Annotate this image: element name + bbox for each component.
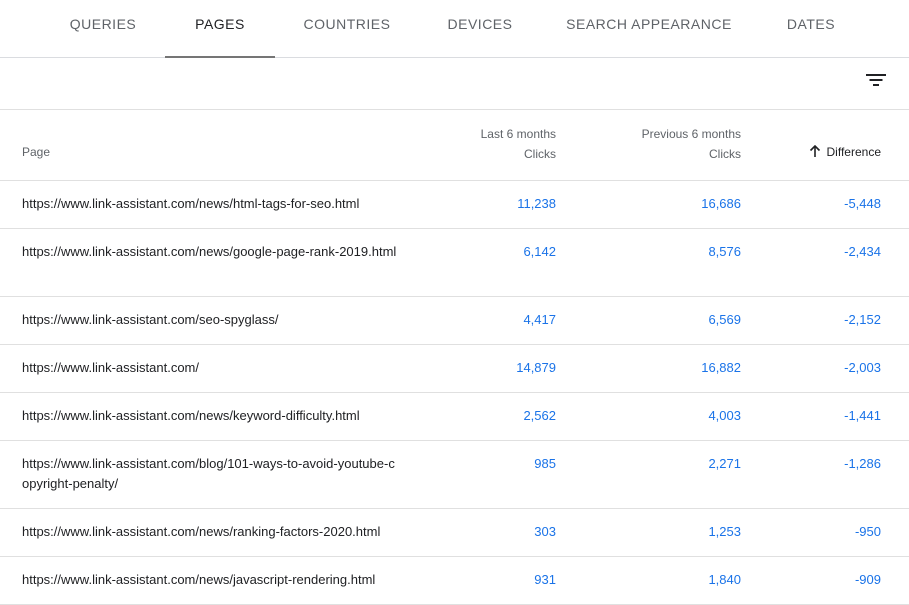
table-body: https://www.link-assistant.com/news/html…	[0, 181, 909, 605]
previous-6-months-clicks: 2,271	[708, 456, 741, 471]
filter-button[interactable]	[862, 66, 890, 94]
tab-label: DATES	[786, 16, 836, 32]
previous-6-months-clicks: 6,569	[708, 312, 741, 327]
previous-6-months-clicks: 16,882	[701, 360, 741, 375]
column-header-period: Previous 6 months	[641, 127, 741, 141]
previous-6-months-clicks: 4,003	[708, 408, 741, 423]
clicks-difference: -909	[854, 572, 881, 587]
page-url: https://www.link-assistant.com/	[22, 360, 199, 375]
column-header-difference[interactable]: Difference	[809, 142, 881, 164]
tab-dates[interactable]: DATES	[760, 0, 862, 57]
last-6-months-clicks: 11,238	[517, 196, 556, 211]
page-url: https://www.link-assistant.com/news/rank…	[22, 524, 381, 539]
clicks-difference: -1,441	[844, 408, 881, 423]
clicks-difference: -1,286	[844, 456, 881, 471]
tab-devices[interactable]: DEVICES	[425, 0, 535, 57]
table-row[interactable]: https://www.link-assistant.com/news/html…	[0, 181, 909, 229]
page-url: https://www.link-assistant.com/news/java…	[22, 572, 376, 587]
page-url: https://www.link-assistant.com/news/keyw…	[22, 408, 360, 423]
last-6-months-clicks: 985	[534, 456, 556, 471]
column-header-last-6-months[interactable]: Last 6 months Clicks	[481, 124, 556, 164]
table-row[interactable]: https://www.link-assistant.com/news/rank…	[0, 509, 909, 557]
tab-pages[interactable]: PAGES	[165, 0, 275, 58]
page-url: https://www.link-assistant.com/blog/101-…	[22, 456, 395, 491]
column-header-metric: Clicks	[524, 147, 556, 161]
arrow-upward-icon	[809, 144, 821, 164]
filter-list-icon	[866, 74, 886, 86]
tab-label: PAGES	[195, 16, 245, 32]
previous-6-months-clicks: 16,686	[701, 196, 741, 211]
table-row[interactable]: https://www.link-assistant.com/blog/101-…	[0, 441, 909, 509]
last-6-months-clicks: 303	[534, 524, 556, 539]
tab-queries[interactable]: QUERIES	[48, 0, 158, 57]
table-row[interactable]: https://www.link-assistant.com/news/java…	[0, 557, 909, 605]
page-url: https://www.link-assistant.com/seo-spygl…	[22, 312, 279, 327]
table-row[interactable]: https://www.link-assistant.com/news/keyw…	[0, 393, 909, 441]
last-6-months-clicks: 931	[534, 572, 556, 587]
column-header-page[interactable]: Page	[22, 142, 50, 162]
previous-6-months-clicks: 1,840	[708, 572, 741, 587]
table-row[interactable]: https://www.link-assistant.com/seo-spygl…	[0, 297, 909, 345]
last-6-months-clicks: 2,562	[523, 408, 556, 423]
clicks-difference: -950	[854, 524, 881, 539]
clicks-difference: -2,434	[844, 244, 881, 259]
tab-label: SEARCH APPEARANCE	[566, 16, 732, 32]
last-6-months-clicks: 14,879	[516, 360, 556, 375]
column-header-period: Last 6 months	[480, 127, 556, 141]
previous-6-months-clicks: 8,576	[708, 244, 741, 259]
previous-6-months-clicks: 1,253	[708, 524, 741, 539]
table-row[interactable]: https://www.link-assistant.com/news/goog…	[0, 229, 909, 297]
tab-label: QUERIES	[69, 16, 137, 32]
tab-label: COUNTRIES	[303, 16, 391, 32]
page-url: https://www.link-assistant.com/news/goog…	[22, 244, 397, 259]
table-toolbar	[0, 58, 909, 110]
clicks-difference: -2,003	[844, 360, 881, 375]
clicks-difference: -2,152	[844, 312, 881, 327]
tab-countries[interactable]: COUNTRIES	[292, 0, 402, 57]
report-tabs: QUERIES PAGES COUNTRIES DEVICES SEARCH A…	[0, 0, 909, 58]
last-6-months-clicks: 4,417	[523, 312, 556, 327]
column-header-previous-6-months[interactable]: Previous 6 months Clicks	[642, 124, 741, 164]
table-row[interactable]: https://www.link-assistant.com/ 14,879 1…	[0, 345, 909, 393]
page-url: https://www.link-assistant.com/news/html…	[22, 196, 360, 211]
tab-search-appearance[interactable]: SEARCH APPEARANCE	[563, 0, 735, 57]
column-header-label: Difference	[826, 145, 881, 159]
column-header-metric: Clicks	[709, 147, 741, 161]
clicks-difference: -5,448	[844, 196, 881, 211]
tab-label: DEVICES	[447, 16, 513, 32]
table-header: Page Last 6 months Clicks Previous 6 mon…	[0, 110, 909, 181]
last-6-months-clicks: 6,142	[523, 244, 556, 259]
